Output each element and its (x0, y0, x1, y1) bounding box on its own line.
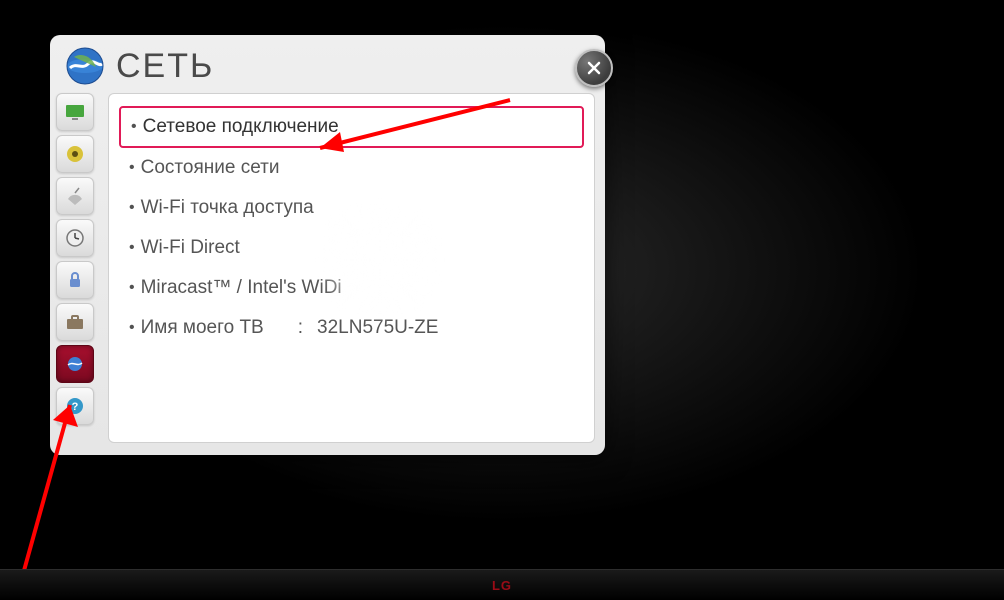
clock-icon (64, 227, 86, 249)
sidebar-item-time[interactable] (56, 219, 94, 257)
brand-logo: LG (492, 578, 512, 593)
bullet-icon: • (129, 199, 135, 217)
close-icon (586, 60, 602, 76)
separator: : (298, 317, 303, 339)
menu-item-miracast[interactable]: • Miracast™ / Intel's WiDi (119, 268, 584, 308)
bullet-icon: • (129, 239, 135, 257)
svg-text:?: ? (72, 401, 79, 413)
menu-item-network-status[interactable]: • Состояние сети (119, 148, 584, 188)
sidebar-item-lock[interactable] (56, 261, 94, 299)
menu-item-value: 32LN575U-ZE (317, 317, 438, 339)
menu-item-label: Wi-Fi Direct (141, 237, 240, 259)
menu-item-label: Miracast™ / Intel's WiDi (141, 277, 342, 299)
bullet-icon: • (129, 319, 135, 337)
briefcase-icon (64, 311, 86, 333)
menu-item-wifi-ap[interactable]: • Wi-Fi точка доступа (119, 188, 584, 228)
window-body: ? • Сетевое подключение • Состояние сети… (50, 93, 605, 453)
tv-bezel-bottom: LG (0, 569, 1004, 600)
lock-icon (64, 269, 86, 291)
picture-icon (64, 101, 86, 123)
sound-icon (64, 143, 86, 165)
sidebar-item-network[interactable] (56, 345, 94, 383)
menu-item-tv-name[interactable]: • Имя моего ТВ : 32LN575U-ZE (119, 308, 584, 348)
bullet-icon: • (129, 159, 135, 177)
menu-item-network-connection[interactable]: • Сетевое подключение (119, 106, 584, 148)
network-globe-icon (64, 45, 106, 87)
menu-item-label: Имя моего ТВ (141, 317, 264, 339)
settings-window: СЕТЬ (50, 35, 605, 455)
network-icon (64, 353, 86, 375)
support-icon: ? (64, 395, 86, 417)
menu-item-wifi-direct[interactable]: • Wi-Fi Direct (119, 228, 584, 268)
sidebar-item-support[interactable]: ? (56, 387, 94, 425)
menu-item-label: Wi-Fi точка доступа (141, 197, 314, 219)
tv-screen: СЕТЬ (0, 0, 1004, 600)
menu-item-label: Состояние сети (141, 157, 280, 179)
sidebar-item-picture[interactable] (56, 93, 94, 131)
main-pane: • Сетевое подключение • Состояние сети •… (108, 93, 595, 443)
menu-item-label: Сетевое подключение (143, 116, 339, 138)
bullet-icon: • (131, 118, 137, 136)
window-title: СЕТЬ (116, 47, 214, 86)
bullet-icon: • (129, 279, 135, 297)
sidebar: ? (50, 93, 108, 453)
close-button[interactable] (575, 49, 613, 87)
sidebar-item-sound[interactable] (56, 135, 94, 173)
sidebar-item-option[interactable] (56, 303, 94, 341)
window-header: СЕТЬ (50, 35, 605, 93)
sidebar-item-channel[interactable] (56, 177, 94, 215)
satellite-icon (64, 185, 86, 207)
